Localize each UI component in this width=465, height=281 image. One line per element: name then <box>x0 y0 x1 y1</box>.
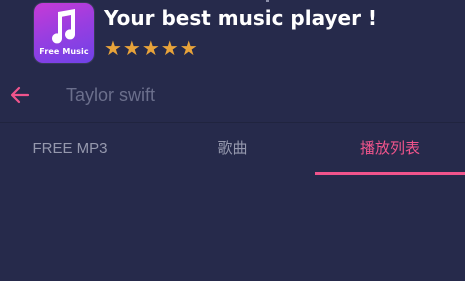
app-icon[interactable]: Free Music <box>34 3 94 63</box>
tab-bar: FREE MP3 歌曲 播放列表 <box>0 123 465 175</box>
tab-songs[interactable]: 歌曲 <box>155 123 310 175</box>
ad-banner[interactable]: Free Music Your best music player ! ★★★★… <box>0 0 465 70</box>
tab-playlists[interactable]: 播放列表 <box>315 123 465 175</box>
tab-free-mp3[interactable]: FREE MP3 <box>0 123 140 175</box>
results-area <box>0 175 465 281</box>
rating-stars: ★★★★★ <box>104 36 199 60</box>
arrow-left-icon[interactable] <box>8 83 32 107</box>
status-dot <box>266 0 269 2</box>
app-icon-label: Free Music <box>39 47 89 56</box>
search-bar <box>0 70 465 123</box>
search-input[interactable] <box>66 80 446 110</box>
music-note-icon <box>52 9 76 44</box>
ad-title: Your best music player ! <box>104 6 378 30</box>
